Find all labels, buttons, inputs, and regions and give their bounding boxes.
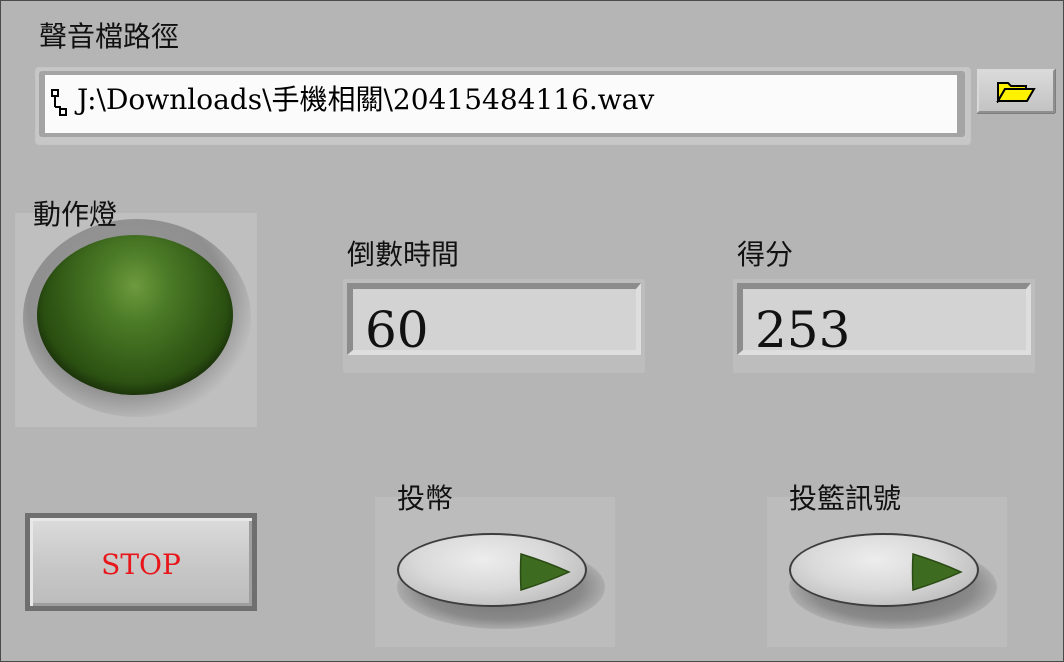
action-led[interactable] bbox=[37, 235, 233, 395]
path-label: 聲音檔路徑 bbox=[39, 20, 180, 53]
play-triangle-icon bbox=[911, 553, 963, 591]
led-label: 動作燈 bbox=[33, 198, 118, 231]
path-value: J:\Downloads\手機相關\20415484116.wav bbox=[77, 83, 655, 116]
score-value: 253 bbox=[755, 301, 851, 359]
front-panel: 聲音檔路徑 J:\Downloads\手機相關\20415484116.wav … bbox=[0, 0, 1064, 662]
stop-button[interactable]: STOP bbox=[25, 513, 257, 611]
shot-signal-button-label: 投籃訊號 bbox=[789, 482, 902, 515]
stop-button-face: STOP bbox=[30, 518, 252, 606]
folder-open-icon bbox=[996, 82, 1036, 103]
coin-button[interactable] bbox=[397, 533, 587, 607]
path-glyph-icon bbox=[51, 89, 67, 116]
shot-signal-button[interactable] bbox=[789, 533, 979, 607]
score-label: 得分 bbox=[737, 238, 794, 271]
coin-button-label: 投幣 bbox=[397, 482, 454, 515]
browse-button[interactable] bbox=[977, 69, 1055, 113]
countdown-value: 60 bbox=[365, 301, 429, 359]
play-triangle-icon bbox=[519, 553, 571, 591]
stop-button-label: STOP bbox=[101, 548, 181, 581]
countdown-label: 倒數時間 bbox=[347, 238, 460, 271]
